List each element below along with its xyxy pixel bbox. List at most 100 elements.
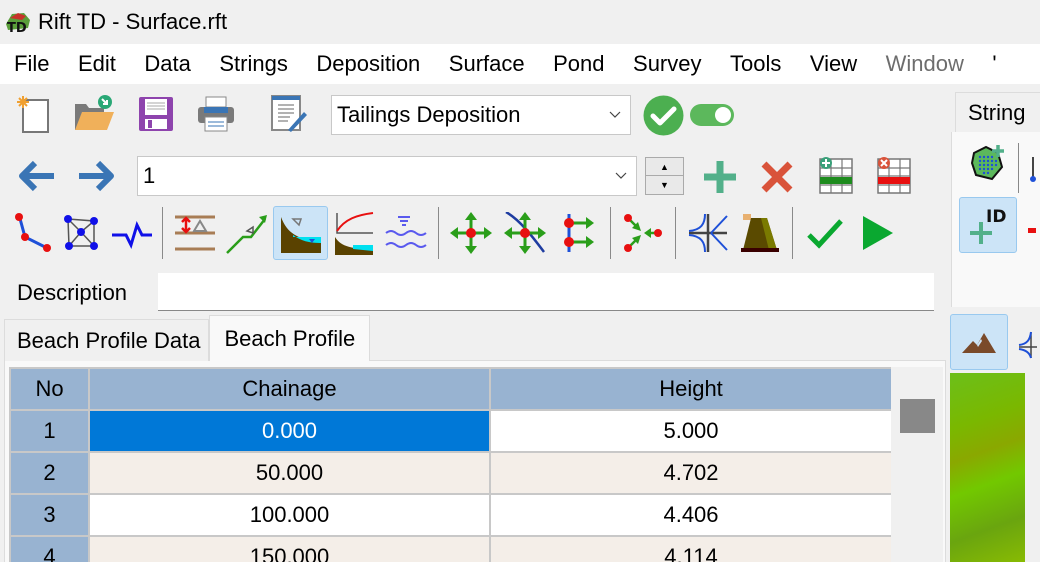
- column-header-height[interactable]: Height: [489, 367, 893, 411]
- table-row: 2 50.000 4.702: [9, 451, 893, 495]
- row-number[interactable]: 3: [9, 493, 90, 537]
- table-row: 3 100.000 4.406: [9, 493, 893, 537]
- tab-beach-profile[interactable]: Beach Profile: [209, 315, 371, 361]
- beach-curve-icon: [335, 212, 374, 255]
- table-row: 1 0.000 5.000: [9, 409, 893, 453]
- chainage-cell[interactable]: 150.000: [88, 535, 491, 565]
- add-record-button[interactable]: [701, 158, 739, 201]
- menu-edit[interactable]: Edit: [78, 51, 116, 77]
- run-button[interactable]: [851, 209, 903, 257]
- scrollbar-thumb[interactable]: [900, 399, 935, 433]
- spin-up-button[interactable]: ▲: [646, 158, 683, 176]
- tab-bar: Beach Profile Data Beach Profile: [4, 315, 371, 361]
- intersection-button[interactable]: [682, 209, 734, 257]
- string-tools-toolbar: [6, 206, 903, 260]
- column-header-no[interactable]: No: [9, 367, 90, 411]
- height-cell[interactable]: 5.000: [489, 409, 893, 453]
- toolbar-separator: [675, 207, 676, 259]
- beach-profile-icon: [280, 217, 321, 253]
- forward-arrow-button[interactable]: [76, 160, 116, 197]
- terrain-icon: [962, 333, 996, 353]
- embankment-icon: [741, 214, 779, 252]
- terrain-button[interactable]: [950, 314, 1008, 370]
- move-node-on-string-button[interactable]: [497, 209, 552, 257]
- add-row-button[interactable]: [818, 155, 854, 200]
- height-offset-icon: [175, 215, 215, 251]
- menu-overflow[interactable]: ': [992, 51, 996, 77]
- menu-surface[interactable]: Surface: [449, 51, 525, 77]
- profile-line-button[interactable]: [106, 209, 156, 257]
- delete-row-button[interactable]: [876, 155, 912, 200]
- spin-down-button[interactable]: ▼: [646, 176, 683, 194]
- menu-window[interactable]: Window: [886, 51, 964, 77]
- add-polygon-icon: [970, 145, 1004, 181]
- record-select[interactable]: 1: [137, 156, 637, 196]
- contour-button[interactable]: [1017, 330, 1040, 365]
- chevron-down-icon: [606, 157, 636, 195]
- beach-curve-button[interactable]: [328, 209, 380, 257]
- height-cell[interactable]: 4.114: [489, 535, 893, 565]
- row-number[interactable]: 1: [9, 409, 90, 453]
- edit-report-button[interactable]: [264, 90, 312, 138]
- toggle-knob: [715, 107, 731, 123]
- menu-file[interactable]: File: [14, 51, 49, 77]
- tab-string[interactable]: String: [955, 92, 1040, 132]
- tab-beach-profile-data[interactable]: Beach Profile Data: [4, 319, 210, 361]
- delete-record-button[interactable]: [760, 160, 794, 199]
- print-button[interactable]: [192, 90, 240, 138]
- mesh-icon: [64, 215, 98, 250]
- menu-view[interactable]: View: [810, 51, 857, 77]
- back-arrow-button[interactable]: [17, 160, 57, 197]
- height-cell[interactable]: 4.406: [489, 493, 893, 537]
- menu-survey[interactable]: Survey: [633, 51, 701, 77]
- string-line-button[interactable]: [6, 209, 56, 257]
- edit-report-icon: [268, 94, 308, 134]
- menu-deposition[interactable]: Deposition: [316, 51, 420, 77]
- app-window: TD Rift TD - Surface.rft File Edit Data …: [0, 0, 1040, 565]
- new-file-button[interactable]: [10, 90, 58, 138]
- water-level-button[interactable]: [380, 209, 432, 257]
- menu-pond[interactable]: Pond: [553, 51, 604, 77]
- merge-nodes-icon: [624, 214, 662, 252]
- svg-text:TD: TD: [7, 21, 27, 34]
- row-number[interactable]: 4: [9, 535, 90, 565]
- chainage-cell[interactable]: 0.000: [88, 409, 491, 453]
- table-scrollbar[interactable]: [891, 367, 943, 565]
- move-node-button[interactable]: [445, 209, 497, 257]
- menu-data[interactable]: Data: [144, 51, 190, 77]
- accept-button[interactable]: [799, 209, 851, 257]
- chainage-cell[interactable]: 50.000: [88, 451, 491, 495]
- slope-line-button[interactable]: [221, 209, 273, 257]
- menu-strings[interactable]: Strings: [219, 51, 287, 77]
- embankment-button[interactable]: [734, 209, 786, 257]
- terrain-map-preview[interactable]: [950, 373, 1025, 565]
- height-offset-button[interactable]: [169, 209, 221, 257]
- menu-tools[interactable]: Tools: [730, 51, 781, 77]
- record-spinner[interactable]: ▲ ▼: [645, 157, 684, 195]
- height-cell[interactable]: 4.702: [489, 451, 893, 495]
- deposition-mode-select[interactable]: Tailings Deposition: [331, 95, 631, 135]
- string-node-button[interactable]: [1030, 155, 1040, 190]
- chainage-cell[interactable]: 100.000: [88, 493, 491, 537]
- row-number[interactable]: 2: [9, 451, 90, 495]
- open-file-button[interactable]: [70, 90, 118, 138]
- merge-nodes-button[interactable]: [617, 209, 669, 257]
- slope-line-icon: [226, 215, 267, 254]
- beach-profile-button[interactable]: [273, 206, 328, 260]
- add-icon: [704, 161, 736, 193]
- table-row: 4 150.000 4.114: [9, 535, 893, 565]
- mesh-button[interactable]: [56, 209, 106, 257]
- split-string-button[interactable]: [552, 209, 604, 257]
- accept-check-icon: [807, 219, 843, 249]
- add-id-icon: ID: [970, 207, 1006, 244]
- column-header-chainage[interactable]: Chainage: [88, 367, 491, 411]
- torn-edge-right: [1040, 0, 1053, 577]
- add-id-button[interactable]: ID: [959, 197, 1017, 253]
- file-toolbar: [10, 90, 312, 138]
- add-polygon-button[interactable]: [968, 143, 1008, 188]
- record-select-value: 1: [143, 163, 156, 188]
- enable-toggle[interactable]: [690, 104, 734, 126]
- intersection-icon: [688, 213, 728, 253]
- save-button[interactable]: [132, 90, 180, 138]
- description-input[interactable]: [158, 273, 934, 311]
